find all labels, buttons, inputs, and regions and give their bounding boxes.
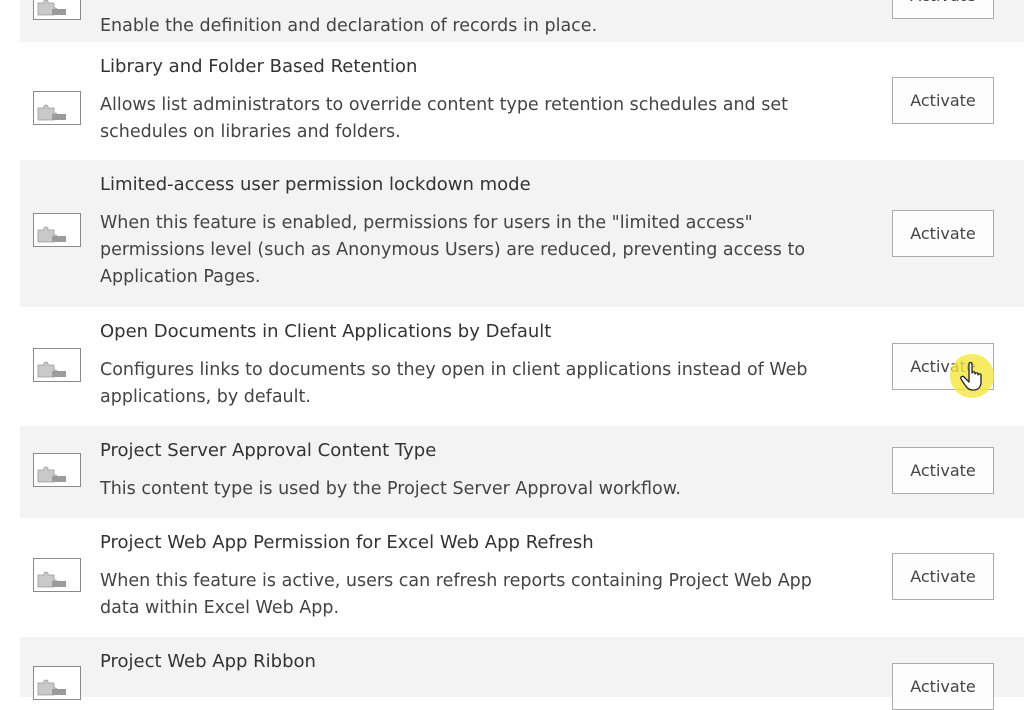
feature-puzzle-icon (33, 91, 81, 125)
feature-row: Library and Folder Based Retention Allow… (20, 42, 1024, 160)
feature-title: Project Web App Permission for Excel Web… (100, 532, 594, 553)
feature-title: Open Documents in Client Applications by… (100, 321, 552, 342)
feature-description: Allows list administrators to override c… (100, 95, 788, 142)
feature-description: When this feature is enabled, permission… (100, 213, 806, 287)
feature-puzzle-icon (33, 666, 81, 700)
feature-title: Library and Folder Based Retention (100, 56, 418, 77)
activate-button[interactable]: Activate (892, 77, 994, 124)
feature-row: Project Server Approval Content Type Thi… (20, 426, 1024, 518)
feature-title: Project Web App Ribbon (100, 651, 316, 672)
feature-title: Project Server Approval Content Type (100, 440, 437, 461)
features-list: Enable the definition and declaration of… (20, 0, 1024, 710)
activate-button[interactable]: Activate (892, 553, 994, 600)
feature-puzzle-icon (33, 558, 81, 592)
feature-row: Limited-access user permission lockdown … (20, 160, 1024, 307)
activate-button[interactable]: Activate (892, 663, 994, 710)
feature-row: Project Web App Permission for Excel Web… (20, 518, 1024, 637)
feature-description: When this feature is active, users can r… (100, 571, 812, 618)
feature-row: Project Web App Ribbon Activate (20, 637, 1024, 710)
feature-title: Limited-access user permission lockdown … (100, 174, 531, 195)
activate-button[interactable]: Activate (892, 343, 994, 390)
feature-puzzle-icon (33, 348, 81, 382)
feature-description: Enable the definition and declaration of… (100, 16, 598, 36)
feature-row: Enable the definition and declaration of… (20, 0, 1024, 42)
activate-button[interactable]: Activate (892, 447, 994, 494)
feature-row: Open Documents in Client Applications by… (20, 307, 1024, 426)
activate-button[interactable]: Activate (892, 0, 994, 19)
feature-description: Configures links to documents so they op… (100, 360, 808, 407)
feature-puzzle-icon (33, 0, 81, 20)
feature-puzzle-icon (33, 453, 81, 487)
feature-puzzle-icon (33, 213, 81, 247)
feature-description: This content type is used by the Project… (100, 479, 681, 499)
activate-button[interactable]: Activate (892, 210, 994, 257)
